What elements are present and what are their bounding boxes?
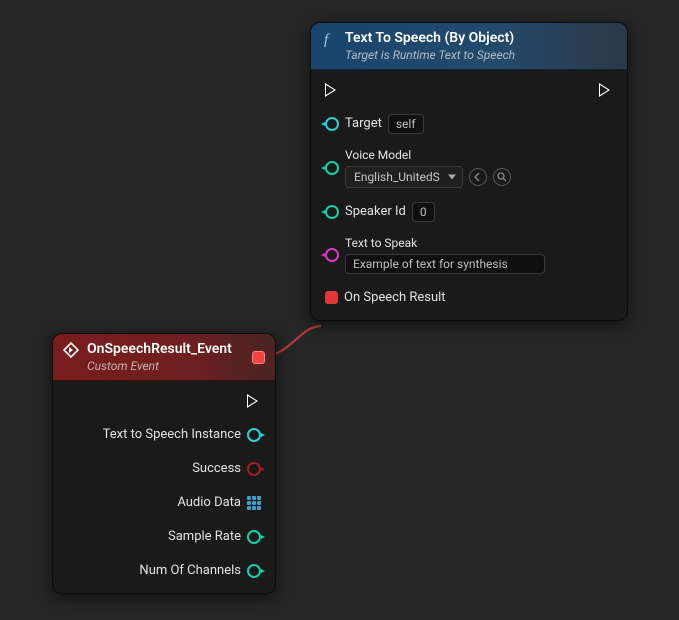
object-pin[interactable] [325,117,339,131]
string-pin[interactable] [325,248,339,262]
int-pin[interactable] [325,205,339,219]
pin-label: Audio Data [177,495,241,510]
delegate-in-pin[interactable] [325,291,338,304]
pin-row-on-speech-result: On Speech Result [317,286,621,310]
object-out-pin[interactable] [247,428,261,442]
pin-label: Text to Speak [345,236,545,250]
node-header[interactable]: f Text To Speech (By Object) Target is R… [311,23,627,70]
node-header[interactable]: OnSpeechResult_Event Custom Event [53,334,275,381]
target-value-box[interactable]: self [388,114,424,134]
node-title: OnSpeechResult_Event [87,341,232,359]
pin-row-sample-rate: Sample Rate [59,525,269,549]
prev-arrow-icon[interactable] [469,168,487,186]
pin-row-instance: Text to Speech Instance [59,423,269,447]
enum-pin[interactable] [325,161,339,175]
svg-text:f: f [324,32,330,47]
exec-in-pin[interactable] [325,83,339,97]
node-subtitle: Custom Event [87,359,232,374]
exec-out-pin[interactable] [599,83,613,97]
pin-row-speaker-id: Speaker Id 0 [317,200,621,224]
int-out-pin[interactable] [247,564,261,578]
event-icon [63,342,79,358]
blueprint-node-custom-event[interactable]: OnSpeechResult_Event Custom Event Text t… [52,333,276,594]
pin-row-text-to-speak: Text to Speak Example of text for synthe… [317,234,621,276]
speaker-id-value-box[interactable]: 0 [412,202,435,222]
pin-row-target: Target self [317,112,621,136]
exec-out-pin[interactable] [247,394,261,408]
pin-label: Success [192,461,241,476]
bool-out-pin[interactable] [247,462,261,476]
pin-row-success: Success [59,457,269,481]
node-subtitle: Target is Runtime Text to Speech [345,48,515,63]
pin-label: Num Of Channels [139,563,241,578]
delegate-out-pin[interactable] [252,351,265,364]
int-out-pin[interactable] [247,530,261,544]
pin-label: Text to Speech Instance [103,427,241,442]
pin-label: Voice Model [345,148,511,162]
voice-model-dropdown[interactable]: English_UnitedS [345,166,463,188]
pin-row-voice-model: Voice Model English_UnitedS [317,146,621,190]
node-title: Text To Speech (By Object) [345,30,515,48]
pin-label: Sample Rate [168,529,241,544]
pin-label: Speaker Id [345,204,406,219]
array-out-pin[interactable] [247,496,261,510]
search-icon[interactable] [493,168,511,186]
pin-label: Target [345,116,382,131]
pin-row-audio-data: Audio Data [59,491,269,515]
pin-row-num-channels: Num Of Channels [59,559,269,583]
pin-label: On Speech Result [344,290,446,305]
text-to-speak-value-box[interactable]: Example of text for synthesis [345,254,545,274]
function-icon: f [321,31,337,47]
blueprint-node-text-to-speech[interactable]: f Text To Speech (By Object) Target is R… [310,22,628,321]
